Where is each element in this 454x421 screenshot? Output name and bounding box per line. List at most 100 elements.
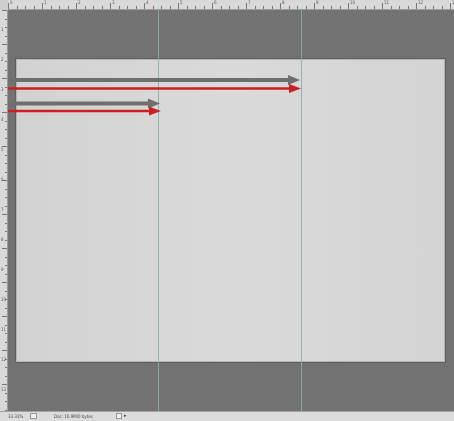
ruler-tick [2, 44, 7, 45]
ruler-tick [178, 3, 179, 9]
ruler-tick [5, 341, 7, 343]
ruler-tick [5, 103, 7, 105]
ruler-tick [280, 3, 281, 9]
ruler-tick [5, 324, 7, 326]
ruler-tick [5, 265, 7, 266]
ruler-tick [5, 307, 7, 309]
ruler-tick [161, 6, 162, 9]
ruler-label: 2 [1, 57, 4, 62]
ruler-tick [25, 6, 26, 9]
ruler-tick [288, 6, 290, 9]
ruler-tick [373, 6, 375, 9]
ruler-label: 10 [350, 0, 356, 5]
ruler-tick [237, 6, 239, 9]
ruler-label: 4 [146, 0, 149, 5]
ruler-tick [305, 6, 307, 9]
ruler-tick [33, 6, 35, 9]
ruler-label: 5 [180, 0, 183, 5]
ruler-label: 11 [384, 0, 390, 5]
ruler-tick [5, 163, 7, 164]
ruler-tick [2, 10, 7, 11]
ruler-tick [42, 3, 43, 9]
ruler-tick [382, 3, 383, 9]
ruler-tick [195, 6, 196, 9]
ruler-tick [2, 282, 7, 283]
ruler-tick [5, 333, 7, 334]
status-menu-button[interactable] [30, 413, 37, 419]
ruler-tick [271, 6, 273, 9]
ruler-tick [322, 6, 324, 9]
ruler-tick [356, 6, 358, 9]
ruler-tick [416, 3, 417, 9]
ruler-tick [5, 120, 7, 122]
ruler-tick [135, 6, 137, 9]
ruler-tick [424, 6, 426, 9]
ruler-tick [67, 6, 69, 9]
ruler-origin-corner[interactable] [0, 0, 8, 10]
ruler-tick [5, 137, 7, 139]
ruler-tick [441, 6, 443, 9]
ruler-tick [169, 6, 171, 9]
ruler-tick [220, 6, 222, 9]
ruler-tick [2, 248, 7, 249]
status-info-button[interactable] [116, 413, 122, 419]
ruler-tick [5, 69, 7, 71]
ruler-label: 13 [1, 387, 7, 392]
ruler-tick [59, 6, 60, 9]
status-nav-arrow-icon[interactable]: ▸ [124, 413, 127, 419]
ruler-tick [2, 112, 7, 113]
ruler-tick [263, 6, 264, 9]
ruler-tick [407, 6, 409, 9]
ruler-tick [2, 316, 7, 317]
ruler-label: 2 [78, 0, 81, 5]
ruler-label: 1 [1, 27, 4, 32]
ruler-tick [5, 197, 7, 198]
document-size: Doc: 16.9M/0 bytes [54, 414, 93, 419]
ruler-tick [186, 6, 188, 9]
ruler-label: 7 [1, 207, 4, 212]
ruler-label: 5 [1, 147, 4, 152]
ruler-tick [144, 3, 145, 9]
document-canvas[interactable] [16, 59, 445, 362]
ruler-tick [5, 401, 7, 402]
vertical-guide-1[interactable] [158, 10, 159, 411]
ruler-tick [5, 375, 7, 377]
ruler-tick [5, 239, 7, 241]
ruler-label: 7 [248, 0, 251, 5]
zoom-level[interactable]: 33.33% [8, 414, 23, 419]
ruler-label: 3 [1, 87, 4, 92]
ruler-tick [339, 6, 341, 9]
ruler-tick [127, 6, 128, 9]
ruler-tick [5, 367, 7, 368]
ruler-tick [203, 6, 205, 9]
ruler-tick [101, 6, 103, 9]
ruler-label: 12 [418, 0, 424, 5]
ruler-label: 10 [1, 297, 7, 302]
ruler-label: 9 [316, 0, 319, 5]
ruler-label: 11 [1, 327, 7, 332]
ruler-tick [76, 3, 77, 9]
ruler-label: 3 [112, 0, 115, 5]
ruler-tick [5, 256, 7, 258]
ruler-label: 1 [44, 0, 47, 5]
ruler-tick [110, 3, 111, 9]
ruler-tick [2, 214, 7, 215]
ruler-tick [5, 231, 7, 232]
vertical-guide-2[interactable] [301, 10, 302, 411]
ruler-tick [212, 3, 213, 9]
ruler-tick [390, 6, 392, 9]
ruler-tick [2, 384, 7, 385]
ruler-tick [5, 273, 7, 275]
vertical-ruler[interactable]: 1 2 3 4 5 6 7 8 9 10 11 12 13 [0, 10, 8, 411]
ruler-label: 12 [1, 357, 7, 362]
ruler-tick [5, 290, 7, 292]
ruler-label: 6 [1, 177, 4, 182]
ruler-label: 6 [214, 0, 217, 5]
ruler-label: 0 [10, 0, 13, 5]
ruler-tick [365, 6, 366, 9]
ruler-tick [118, 6, 120, 9]
ruler-tick [229, 6, 230, 9]
ruler-tick [5, 61, 7, 62]
horizontal-ruler[interactable]: 012345678910111213 [0, 0, 454, 10]
ruler-tick [93, 6, 94, 9]
